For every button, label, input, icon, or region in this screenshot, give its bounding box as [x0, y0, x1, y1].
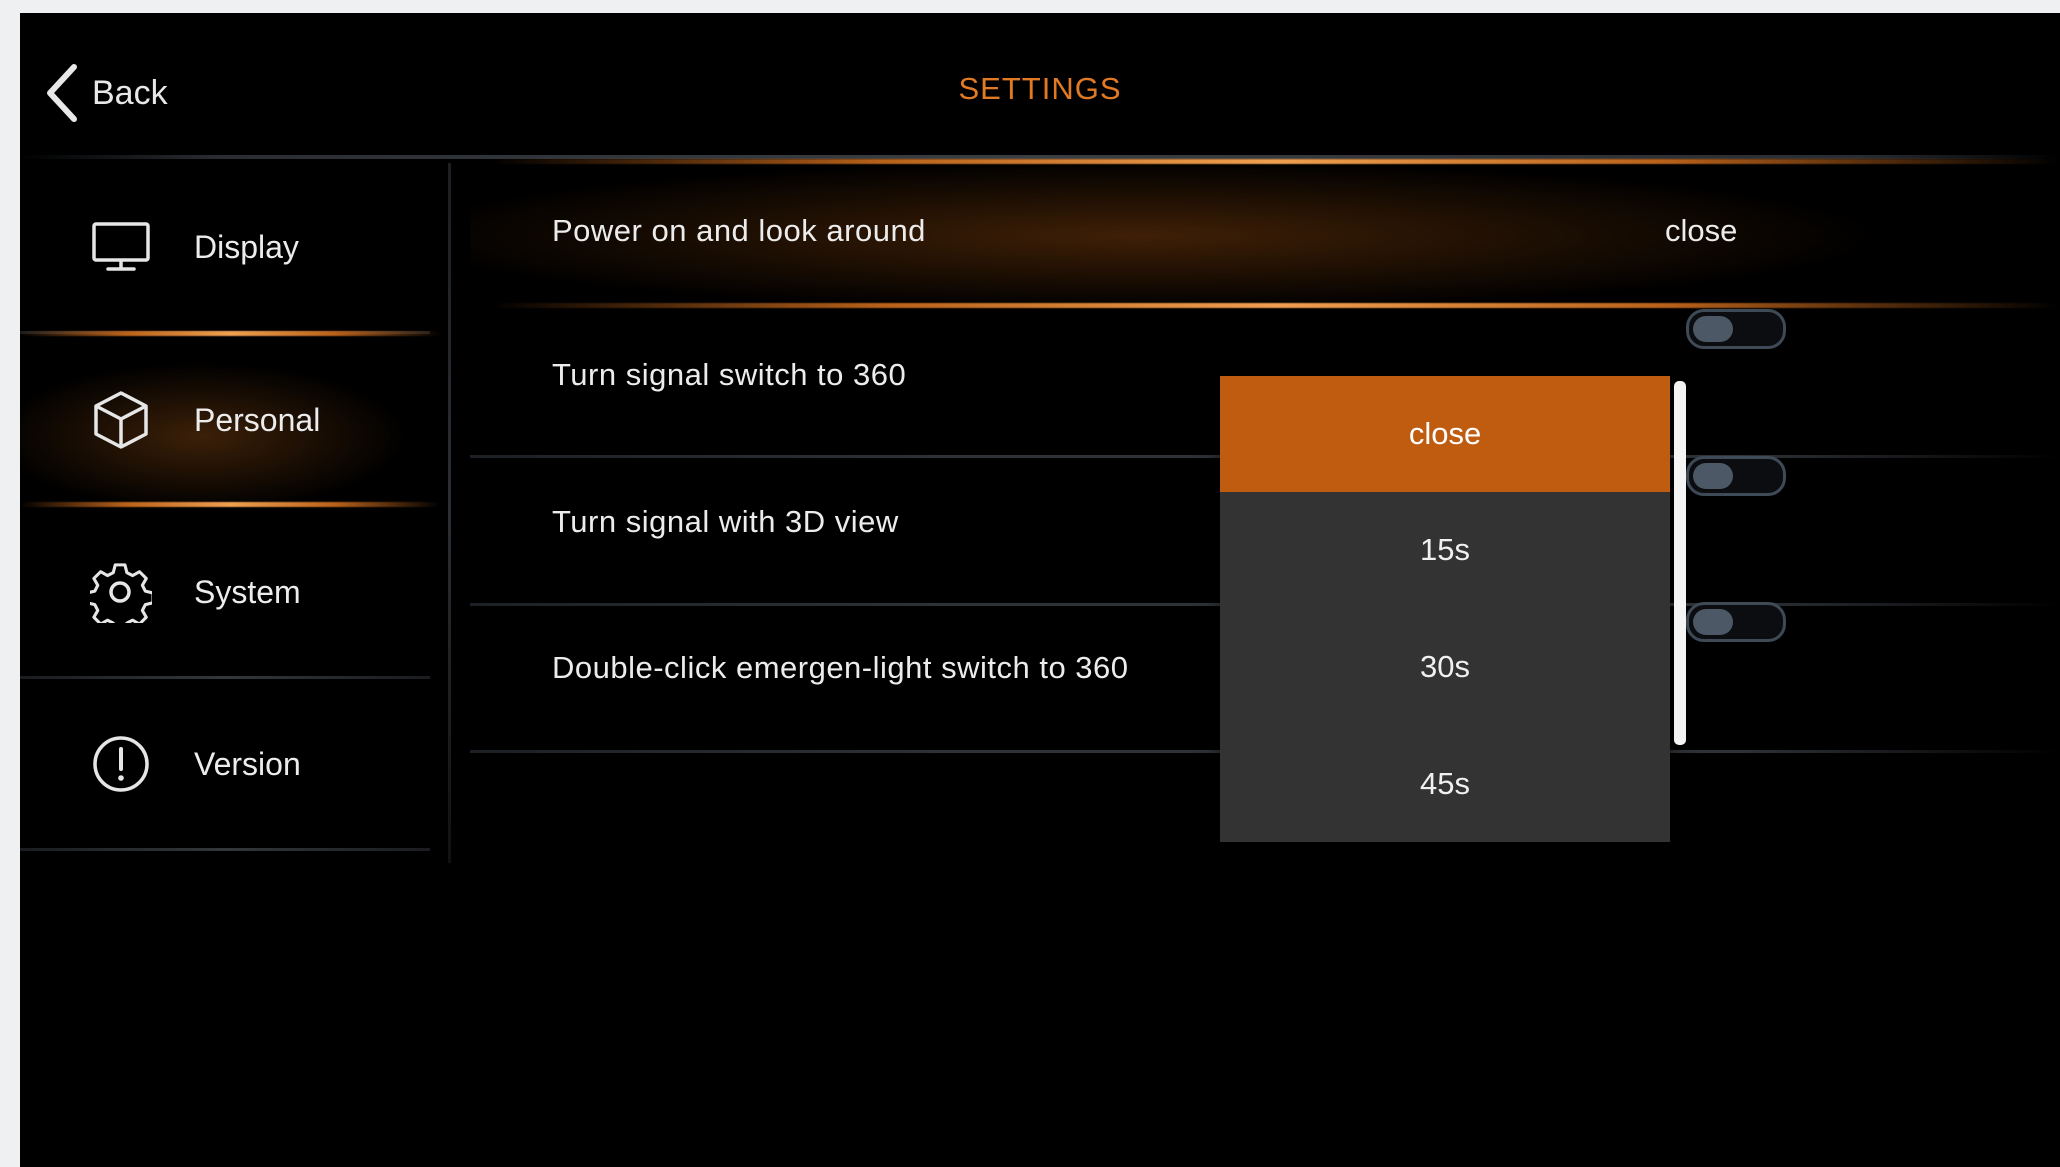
dropdown-option-30s[interactable]: 30s: [1220, 609, 1670, 725]
cube-icon: [90, 389, 152, 451]
sidebar-item-display[interactable]: Display: [20, 163, 450, 331]
setting-label: Turn signal with 3D view: [552, 504, 899, 539]
toggle-knob: [1693, 316, 1733, 342]
dropdown-option-45s[interactable]: 45s: [1220, 726, 1670, 842]
row-glow-bottom: [490, 303, 2060, 308]
sidebar: Display Personal System Version: [20, 163, 455, 863]
dropdown-option-15s[interactable]: 15s: [1220, 492, 1670, 608]
info-icon: [90, 733, 152, 795]
sidebar-item-system[interactable]: System: [20, 508, 450, 676]
sidebar-item-label: Display: [194, 228, 299, 265]
sidebar-item-label: System: [194, 573, 301, 610]
setting-label: Power on and look around: [552, 213, 926, 248]
dropdown-option-close[interactable]: close: [1220, 376, 1670, 492]
page-title: SETTINGS: [958, 71, 1122, 106]
toggle-knob: [1693, 609, 1733, 635]
setting-label: Double-click emergen-light switch to 360: [552, 650, 1129, 685]
power-on-dropdown: close 15s 30s 45s: [1220, 376, 1670, 842]
emergency-light-toggle[interactable]: [1686, 602, 1786, 642]
active-glow-bottom: [20, 502, 440, 507]
sidebar-item-label: Personal: [194, 401, 321, 438]
monitor-icon: [90, 216, 152, 278]
sidebar-item-version[interactable]: Version: [20, 680, 450, 848]
dropdown-scrollbar[interactable]: [1674, 381, 1686, 745]
sidebar-separator: [20, 848, 430, 851]
setting-row-power-on[interactable]: Power on and look around close: [470, 163, 2060, 309]
sidebar-item-personal[interactable]: Personal: [20, 336, 450, 504]
settings-screen: Back SETTINGS Display Personal System Ve…: [20, 13, 2060, 1167]
header: Back SETTINGS: [20, 13, 2060, 153]
toggle-knob: [1693, 463, 1733, 489]
turn-signal-360-toggle[interactable]: [1686, 309, 1786, 349]
sidebar-separator: [20, 676, 430, 679]
gear-icon: [85, 561, 155, 633]
turn-signal-3d-toggle[interactable]: [1686, 456, 1786, 496]
sidebar-item-label: Version: [194, 745, 301, 782]
setting-label: Turn signal switch to 360: [552, 357, 907, 392]
setting-value[interactable]: close: [1665, 213, 1737, 249]
